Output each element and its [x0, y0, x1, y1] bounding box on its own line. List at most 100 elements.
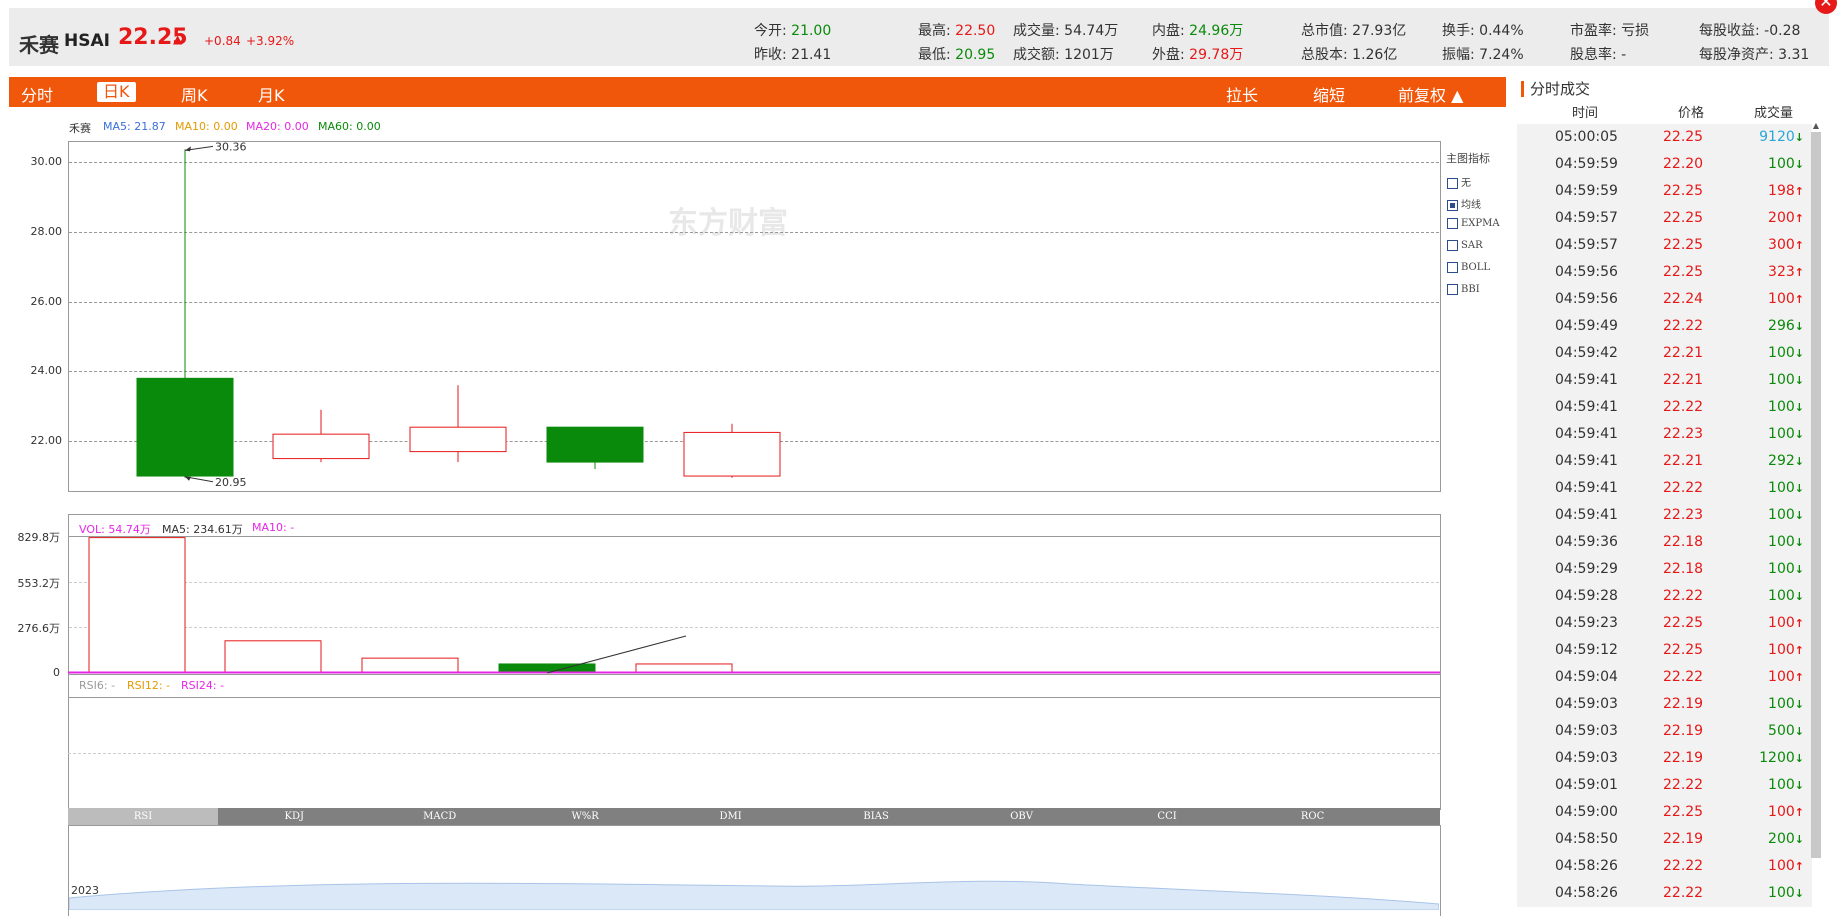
volume-chart[interactable]	[68, 536, 1440, 674]
indicator-tab-bias[interactable]: BIAS	[800, 808, 952, 825]
trade-time: 04:59:57	[1555, 210, 1618, 226]
arrow-down-icon: ↓	[1794, 887, 1804, 900]
trade-volume: 100↓	[1768, 480, 1804, 496]
candle[interactable]	[683, 423, 781, 478]
scroll-up-icon[interactable]: ▲	[1811, 121, 1821, 130]
arrow-down-icon: ↓	[1794, 428, 1804, 441]
stat-item: 最高: 22.50	[918, 20, 995, 40]
trade-volume: 200↑	[1768, 210, 1804, 226]
arrow-up-icon: ↑	[1794, 806, 1804, 819]
stat-label: 内盘:	[1152, 23, 1185, 39]
trade-list-panel: 分时成交 时间 价格 成交量 05:00:05 22.25 9120↓ 04:59:5…	[1517, 77, 1835, 910]
trade-volume: 100↓	[1768, 156, 1804, 172]
volume-bar[interactable]	[361, 657, 459, 674]
stat-item: 成交量: 54.74万	[1013, 20, 1118, 40]
stat-item: 换手: 0.44%	[1442, 20, 1524, 40]
trade-row: 04:59:23 22.25 100↑	[1517, 610, 1812, 637]
quote-header: 禾赛 HSAI 22.25 ▲ +0.84 +3.92% 今开: 21.00 昨收…	[9, 8, 1829, 66]
checkbox-icon[interactable]	[1447, 178, 1458, 189]
stretch-button[interactable]: 拉长	[1226, 82, 1258, 106]
trade-head-time: 时间	[1572, 106, 1599, 121]
arrow-down-icon: ↓	[1794, 779, 1804, 792]
high-marker	[184, 145, 214, 152]
stat-item: 每股收益: -0.28	[1699, 20, 1800, 40]
main-indicator-option[interactable]: 无	[1447, 174, 1471, 189]
arrow-down-icon: ↓	[1794, 131, 1804, 144]
checkbox-icon[interactable]	[1447, 262, 1458, 273]
indicator-tab-obv[interactable]: OBV	[945, 808, 1097, 825]
trade-price: 22.25	[1663, 804, 1704, 820]
tab-monthly-k[interactable]: 月K	[258, 82, 285, 106]
shrink-button[interactable]: 缩短	[1313, 82, 1345, 106]
trade-row: 04:59:57 22.25 300↑	[1517, 232, 1812, 259]
candle[interactable]	[272, 409, 370, 463]
trade-price: 22.21	[1663, 372, 1704, 388]
trade-volume: 100↓	[1768, 507, 1804, 523]
trade-price: 22.25	[1663, 210, 1704, 226]
indicator-tab-macd[interactable]: MACD	[363, 808, 515, 825]
trade-list-scrollbar[interactable]	[1811, 132, 1821, 858]
trade-time: 04:59:59	[1555, 183, 1618, 199]
kline-chart[interactable]: 30.36 20.95	[68, 141, 1440, 491]
adjust-dropdown[interactable]: 前复权 ▲	[1398, 82, 1463, 106]
stat-value: 21.41	[786, 47, 832, 63]
indicator-tab-roc[interactable]: ROC	[1236, 808, 1388, 825]
indicator-tab-rsi[interactable]: RSI	[68, 808, 218, 825]
volume-bar[interactable]	[224, 640, 322, 674]
ma10-legend: MA10: 0.00	[175, 120, 238, 133]
trade-time: 04:59:03	[1555, 750, 1618, 766]
stat-label: 每股收益:	[1699, 23, 1760, 39]
trade-price: 22.18	[1663, 561, 1704, 577]
low-label: 20.95	[215, 476, 247, 489]
checkbox-icon[interactable]	[1447, 218, 1458, 229]
main-indicator-option[interactable]: BBI	[1447, 284, 1480, 295]
stat-value: 21.00	[786, 23, 832, 39]
stat-label: 每股净资产:	[1699, 47, 1774, 63]
ma60-legend: MA60: 0.00	[318, 120, 381, 133]
main-indicator-option[interactable]: EXPMA	[1447, 218, 1500, 229]
arrow-down-icon: ↓	[1794, 590, 1804, 603]
price-axis-label: 28.00	[30, 224, 63, 238]
vol-ma10-legend: MA10: -	[252, 521, 295, 534]
volume-bar[interactable]	[88, 537, 186, 674]
price-axis-label: 22.00	[30, 434, 63, 448]
candle[interactable]	[546, 426, 644, 470]
indicator-tab-kdj[interactable]: KDJ	[218, 808, 370, 825]
trade-time: 04:59:03	[1555, 696, 1618, 712]
candle[interactable]	[136, 149, 234, 478]
trade-row: 04:58:50 22.19 200↓	[1517, 826, 1812, 853]
arrow-down-icon: ↓	[1794, 536, 1804, 549]
indicator-tab-cci[interactable]: CCI	[1091, 808, 1243, 825]
arrow-up-icon: ↑	[1794, 860, 1804, 873]
trade-time: 04:59:56	[1555, 264, 1618, 280]
checkbox-icon[interactable]	[1447, 200, 1458, 211]
trade-volume: 100↓	[1768, 399, 1804, 415]
main-indicator-option[interactable]: BOLL	[1447, 262, 1490, 273]
stat-label: 换手:	[1442, 23, 1475, 39]
trade-row: 04:59:41 22.21 292↓	[1517, 448, 1812, 475]
indicator-tab-wpctr[interactable]: W%R	[509, 808, 661, 825]
indicator-tab-dmi[interactable]: DMI	[654, 808, 806, 825]
trade-time: 05:00:05	[1555, 129, 1618, 145]
arrow-down-icon: ↓	[1794, 455, 1804, 468]
main-indicator-option[interactable]: SAR	[1447, 240, 1483, 251]
trade-row: 04:59:36 22.18 100↓	[1517, 529, 1812, 556]
trade-row: 04:59:59 22.25 198↑	[1517, 178, 1812, 205]
tab-weekly-k[interactable]: 周K	[181, 82, 208, 106]
trade-price: 22.18	[1663, 534, 1704, 550]
trade-row: 04:59:56 22.25 323↑	[1517, 259, 1812, 286]
trade-price: 22.22	[1663, 480, 1704, 496]
trade-list[interactable]: 05:00:05 22.25 9120↓ 04:59:59 22.20 100↓ 04:59…	[1517, 124, 1812, 907]
trade-price: 22.25	[1663, 615, 1704, 631]
checkbox-icon[interactable]	[1447, 240, 1458, 251]
main-indicator-option[interactable]: 均线	[1447, 196, 1481, 211]
arrow-down-icon: ↓	[1794, 509, 1804, 522]
checkbox-icon[interactable]	[1447, 284, 1458, 295]
trade-row: 04:59:59 22.20 100↓	[1517, 151, 1812, 178]
candle[interactable]	[409, 385, 507, 463]
tab-intraday[interactable]: 分时	[21, 82, 53, 106]
rsi-panel[interactable]	[68, 674, 1441, 810]
stat-item: 总市值: 27.93亿	[1301, 20, 1406, 40]
trade-volume: 100↓	[1768, 696, 1804, 712]
tab-daily-k[interactable]: 日K	[97, 82, 136, 102]
